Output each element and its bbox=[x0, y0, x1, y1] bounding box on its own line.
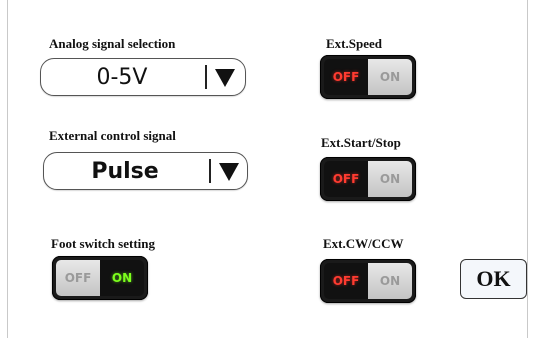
dropdown-separator bbox=[209, 159, 211, 183]
foot-switch-label: Foot switch setting bbox=[51, 236, 155, 251]
foot-switch-toggle[interactable]: OFF ON bbox=[52, 256, 148, 300]
ext-start-stop-toggle[interactable]: OFF ON bbox=[320, 157, 416, 201]
triangle-down-icon[interactable] bbox=[219, 163, 239, 181]
toggle-on-segment: ON bbox=[368, 263, 412, 299]
ok-button[interactable]: OK bbox=[460, 259, 527, 299]
external-control-value: Pulse bbox=[91, 158, 159, 184]
ext-cw-ccw-toggle[interactable]: OFF ON bbox=[320, 259, 416, 303]
toggle-on-segment: ON bbox=[368, 59, 412, 95]
toggle-off-segment: OFF bbox=[324, 263, 368, 299]
toggle-off-segment: OFF bbox=[324, 161, 368, 197]
triangle-down-icon[interactable] bbox=[215, 69, 235, 87]
analog-signal-label: Analog signal selection bbox=[49, 36, 176, 51]
dropdown-separator bbox=[205, 65, 207, 89]
ext-cw-ccw-label: Ext.CW/CCW bbox=[323, 236, 404, 251]
ext-speed-label: Ext.Speed bbox=[326, 36, 382, 51]
toggle-on-segment: ON bbox=[100, 260, 144, 296]
analog-signal-value: 0-5V bbox=[96, 64, 148, 90]
toggle-on-segment: ON bbox=[368, 161, 412, 197]
analog-signal-dropdown[interactable]: 0-5V bbox=[40, 58, 246, 96]
toggle-off-segment: OFF bbox=[324, 59, 368, 95]
ext-speed-toggle[interactable]: OFF ON bbox=[320, 55, 416, 99]
ext-start-stop-label: Ext.Start/Stop bbox=[321, 135, 401, 150]
external-control-dropdown[interactable]: Pulse bbox=[43, 152, 248, 190]
external-control-label: External control signal bbox=[49, 128, 176, 143]
toggle-off-segment: OFF bbox=[56, 260, 100, 296]
